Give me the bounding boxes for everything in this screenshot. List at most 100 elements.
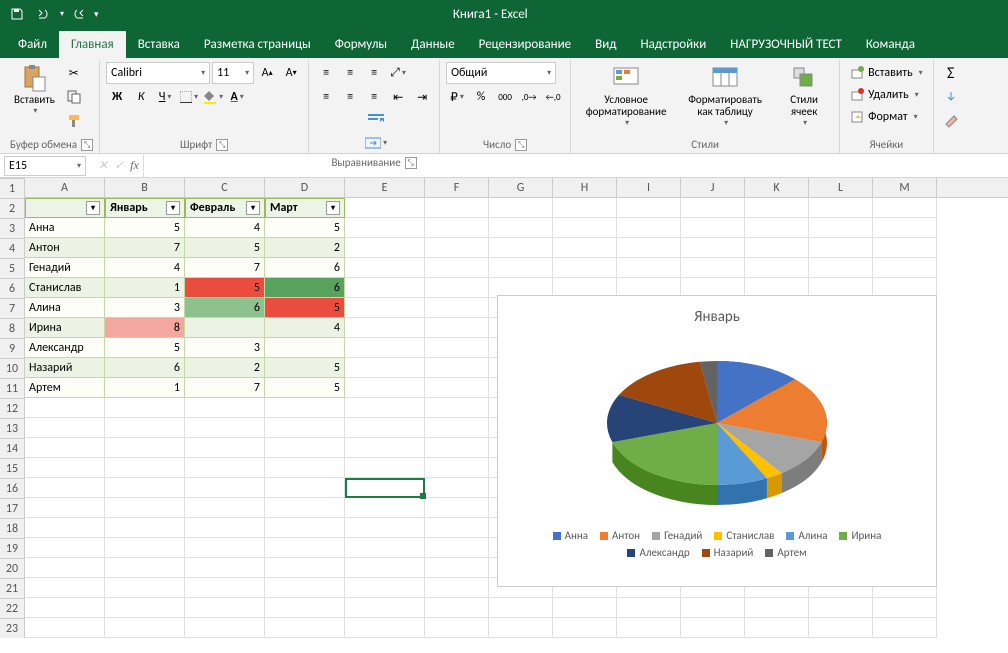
cell-D12[interactable] bbox=[265, 418, 345, 438]
cell-D7[interactable]: 4 bbox=[265, 318, 345, 338]
tab-insert[interactable]: Вставка bbox=[126, 31, 192, 58]
fill-color-icon[interactable]: ▾ bbox=[202, 86, 224, 108]
cell-A15[interactable] bbox=[25, 478, 105, 498]
row-header-18[interactable]: 18 bbox=[0, 519, 24, 539]
cell-B1[interactable]: Январь▾ bbox=[105, 198, 185, 218]
row-header-9[interactable]: 9 bbox=[0, 339, 24, 359]
cell-D17[interactable] bbox=[265, 518, 345, 538]
cell-B7[interactable]: 8 bbox=[105, 318, 185, 338]
cell-J2[interactable] bbox=[681, 218, 745, 238]
cell-E3[interactable] bbox=[345, 238, 425, 258]
formula-input[interactable] bbox=[143, 154, 1008, 177]
cell-D11[interactable] bbox=[265, 398, 345, 418]
col-header-C[interactable]: C bbox=[185, 178, 265, 197]
cell-E17[interactable] bbox=[345, 518, 425, 538]
conditional-formatting-button[interactable]: Условное форматирование▾ bbox=[577, 62, 675, 130]
align-top-icon[interactable]: ≡ bbox=[315, 62, 337, 84]
cell-styles-button[interactable]: Стили ячеек▾ bbox=[775, 62, 833, 130]
cell-D16[interactable] bbox=[265, 498, 345, 518]
cell-B12[interactable] bbox=[105, 418, 185, 438]
cell-C10[interactable]: 7 bbox=[185, 378, 265, 398]
cell-J21[interactable] bbox=[681, 598, 745, 618]
cell-A17[interactable] bbox=[25, 518, 105, 538]
cell-F21[interactable] bbox=[425, 598, 489, 618]
save-icon[interactable] bbox=[6, 3, 28, 25]
cell-G1[interactable] bbox=[489, 198, 553, 218]
cell-B10[interactable]: 1 bbox=[105, 378, 185, 398]
cell-F15[interactable] bbox=[425, 478, 489, 498]
cell-J1[interactable] bbox=[681, 198, 745, 218]
cell-D19[interactable] bbox=[265, 558, 345, 578]
fx-icon[interactable]: fx bbox=[130, 158, 139, 173]
cell-A21[interactable] bbox=[25, 598, 105, 618]
row-header-6[interactable]: 6 bbox=[0, 279, 24, 299]
number-launcher[interactable]: ⤡ bbox=[515, 139, 527, 151]
cell-J22[interactable] bbox=[681, 618, 745, 638]
cell-F5[interactable] bbox=[425, 278, 489, 298]
cell-K2[interactable] bbox=[745, 218, 809, 238]
indent-decrease-icon[interactable]: ⇤ bbox=[387, 86, 409, 108]
cell-G22[interactable] bbox=[489, 618, 553, 638]
cell-C12[interactable] bbox=[185, 418, 265, 438]
cell-B2[interactable]: 5 bbox=[105, 218, 185, 238]
cell-E8[interactable] bbox=[345, 338, 425, 358]
cell-B14[interactable] bbox=[105, 458, 185, 478]
col-header-G[interactable]: G bbox=[489, 178, 553, 197]
undo-icon[interactable] bbox=[32, 3, 54, 25]
cell-E22[interactable] bbox=[345, 618, 425, 638]
cell-L2[interactable] bbox=[809, 218, 873, 238]
cell-B13[interactable] bbox=[105, 438, 185, 458]
cell-D13[interactable] bbox=[265, 438, 345, 458]
cell-A20[interactable] bbox=[25, 578, 105, 598]
row-header-19[interactable]: 19 bbox=[0, 539, 24, 559]
col-header-H[interactable]: H bbox=[553, 178, 617, 197]
cell-D6[interactable]: 5 bbox=[265, 298, 345, 318]
col-header-E[interactable]: E bbox=[345, 178, 425, 197]
autosum-icon[interactable]: Σ bbox=[940, 62, 962, 84]
cell-E5[interactable] bbox=[345, 278, 425, 298]
cell-E18[interactable] bbox=[345, 538, 425, 558]
cell-G21[interactable] bbox=[489, 598, 553, 618]
cell-F1[interactable] bbox=[425, 198, 489, 218]
row-header-21[interactable]: 21 bbox=[0, 579, 24, 599]
format-as-table-button[interactable]: Форматировать как таблицу▾ bbox=[679, 62, 771, 130]
cell-B5[interactable]: 1 bbox=[105, 278, 185, 298]
name-box[interactable]: E15▾ bbox=[4, 156, 86, 176]
cell-C13[interactable] bbox=[185, 438, 265, 458]
align-middle-icon[interactable]: ≡ bbox=[339, 62, 361, 84]
row-header-7[interactable]: 7 bbox=[0, 299, 24, 319]
cell-L1[interactable] bbox=[809, 198, 873, 218]
row-header-12[interactable]: 12 bbox=[0, 399, 24, 419]
cell-A6[interactable]: Алина bbox=[25, 298, 105, 318]
col-header-D[interactable]: D bbox=[265, 178, 345, 197]
col-header-L[interactable]: L bbox=[809, 178, 873, 197]
merge-icon[interactable]: ▾ bbox=[319, 132, 433, 154]
increase-font-icon[interactable]: A▴ bbox=[256, 62, 278, 84]
cell-D10[interactable]: 5 bbox=[265, 378, 345, 398]
italic-button[interactable]: К bbox=[130, 86, 152, 108]
cell-E20[interactable] bbox=[345, 578, 425, 598]
tab-team[interactable]: Команда bbox=[854, 31, 927, 58]
cell-F12[interactable] bbox=[425, 418, 489, 438]
cell-D2[interactable]: 5 bbox=[265, 218, 345, 238]
cell-D18[interactable] bbox=[265, 538, 345, 558]
cell-H3[interactable] bbox=[553, 238, 617, 258]
underline-button[interactable]: Ч▾ bbox=[154, 86, 176, 108]
wrap-text-icon[interactable] bbox=[319, 108, 433, 130]
cell-K3[interactable] bbox=[745, 238, 809, 258]
cell-F19[interactable] bbox=[425, 558, 489, 578]
paste-button[interactable]: Вставить ▾ bbox=[10, 62, 59, 132]
cell-D9[interactable]: 5 bbox=[265, 358, 345, 378]
cell-K22[interactable] bbox=[745, 618, 809, 638]
row-header-15[interactable]: 15 bbox=[0, 459, 24, 479]
cell-A18[interactable] bbox=[25, 538, 105, 558]
align-left-icon[interactable]: ≡ bbox=[315, 86, 337, 108]
cell-C15[interactable] bbox=[185, 478, 265, 498]
cell-D21[interactable] bbox=[265, 598, 345, 618]
align-right-icon[interactable]: ≡ bbox=[363, 86, 385, 108]
cell-A3[interactable]: Антон bbox=[25, 238, 105, 258]
cell-E4[interactable] bbox=[345, 258, 425, 278]
row-header-3[interactable]: 3 bbox=[0, 219, 24, 239]
legend-item[interactable]: Анна bbox=[553, 529, 588, 542]
filter-icon[interactable]: ▾ bbox=[326, 201, 340, 215]
